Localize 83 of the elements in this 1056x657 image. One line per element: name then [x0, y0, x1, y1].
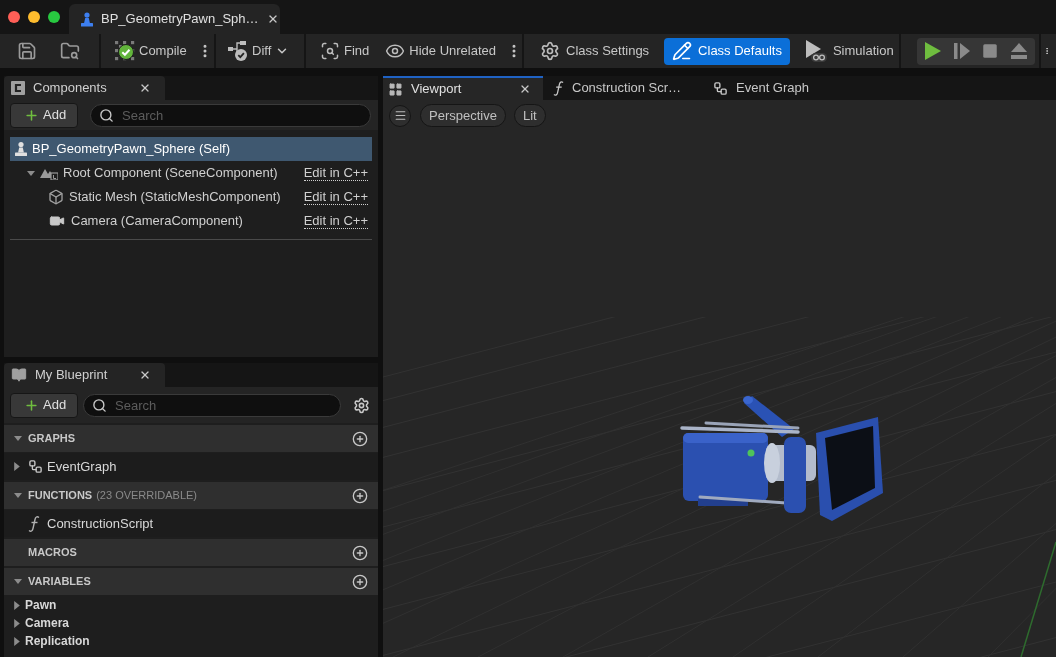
variable-category[interactable]: Camera	[4, 614, 378, 632]
search-icon	[99, 107, 114, 123]
grid-icon	[388, 81, 403, 97]
find-button[interactable]: Find	[318, 37, 372, 65]
pencil-icon	[672, 41, 693, 61]
panel-tab[interactable]: My Blueprint	[4, 363, 165, 387]
section-title: VARIABLES	[28, 574, 91, 590]
eye-icon	[385, 41, 406, 61]
cube-icon	[48, 189, 64, 205]
video-camera-icon	[48, 213, 66, 229]
tree-item[interactable]: Camera (CameraComponent)	[10, 209, 304, 233]
class-settings-button[interactable]: Class Settings	[532, 37, 658, 65]
settings-icon	[540, 41, 560, 61]
pawn-icon	[81, 11, 93, 27]
tree-item[interactable]: BP_GeometryPawn_Sphere (Self)	[10, 137, 372, 161]
section-title: FUNCTIONS	[28, 488, 93, 504]
search-icon	[320, 41, 340, 61]
close-icon[interactable]	[139, 82, 151, 94]
search-icon	[92, 397, 107, 413]
search-field[interactable]: Search	[90, 103, 371, 127]
editor-tab[interactable]: Construction Scr…	[543, 76, 703, 100]
edit-link[interactable]: Edit in C++	[303, 165, 368, 181]
component-icon	[11, 81, 25, 95]
edit-link[interactable]: Edit in C++	[303, 213, 368, 229]
close-icon[interactable]	[139, 369, 151, 381]
node-graph-icon	[713, 80, 728, 96]
hide-unrelated-button[interactable]: Hide Unrelated	[383, 37, 498, 65]
play-gear-icon	[804, 40, 827, 62]
caret-icon[interactable]	[14, 618, 20, 628]
add-icon[interactable]	[352, 573, 368, 590]
play-icon[interactable]	[925, 42, 942, 60]
plus-icon	[24, 107, 39, 123]
variable-category[interactable]: Replication	[4, 632, 378, 650]
editor-tab[interactable]: Viewport	[383, 76, 543, 100]
settings-icon[interactable]	[353, 396, 370, 414]
section-note: (23 OVERRIDABLE)	[96, 488, 198, 504]
browse-icon[interactable]	[60, 41, 80, 61]
pawn-icon	[15, 142, 27, 156]
function-icon	[28, 515, 40, 532]
caret-icon[interactable]	[27, 170, 35, 176]
view-option-button[interactable]: Lit	[513, 104, 546, 127]
section-title: GRAPHS	[28, 431, 76, 447]
close-button[interactable]	[8, 11, 20, 23]
edit-link[interactable]: Edit in C++	[303, 189, 368, 205]
caret-icon[interactable]	[14, 462, 20, 471]
view-option-button[interactable]: Perspective	[420, 104, 506, 127]
section-header[interactable]: GRAPHS	[4, 425, 378, 452]
add-icon[interactable]	[352, 544, 368, 561]
maximize-button[interactable]	[48, 11, 60, 23]
caret-icon[interactable]	[14, 493, 22, 498]
section-header[interactable]: MACROS	[4, 539, 378, 566]
caret-icon[interactable]	[14, 600, 20, 610]
caret-icon[interactable]	[14, 579, 22, 584]
add-button[interactable]: Add	[10, 392, 78, 418]
node-graph-icon	[28, 459, 43, 474]
check-circle-icon	[115, 41, 135, 61]
tree-item[interactable]: Root Component (SceneComponent)	[10, 161, 304, 185]
search-field[interactable]: Search	[83, 393, 341, 417]
plus-icon	[24, 397, 39, 413]
save-icon[interactable]	[17, 41, 37, 61]
branch-check-icon	[228, 41, 248, 61]
section-header[interactable]: FUNCTIONS (23 OVERRIDABLE)	[4, 482, 378, 509]
function-icon	[553, 80, 564, 96]
section-title: MACROS	[28, 545, 77, 561]
add-button[interactable]: Add	[10, 102, 78, 128]
panel-tab[interactable]: Components	[4, 76, 165, 100]
tree-item[interactable]: Static Mesh (StaticMeshComponent)	[10, 185, 304, 209]
caret-icon[interactable]	[14, 636, 20, 646]
document-tab[interactable]: BP_GeometryPawn_Sph…	[69, 4, 280, 34]
class-defaults-button[interactable]: Class Defaults	[664, 37, 790, 65]
add-icon[interactable]	[352, 430, 368, 447]
compile-button[interactable]: Compile	[113, 37, 189, 65]
menu-icon	[393, 109, 407, 122]
variable-category[interactable]: Pawn	[4, 596, 378, 614]
editor-tab[interactable]: Event Graph	[703, 76, 863, 100]
section-header[interactable]: VARIABLES	[4, 568, 378, 595]
close-icon[interactable]	[519, 83, 531, 95]
view-menu-button[interactable]	[389, 104, 411, 127]
minimize-button[interactable]	[28, 11, 40, 23]
diff-button[interactable]: Diff	[226, 37, 292, 65]
caret-icon[interactable]	[14, 436, 22, 441]
add-icon[interactable]	[352, 487, 368, 504]
book-icon	[11, 367, 27, 383]
